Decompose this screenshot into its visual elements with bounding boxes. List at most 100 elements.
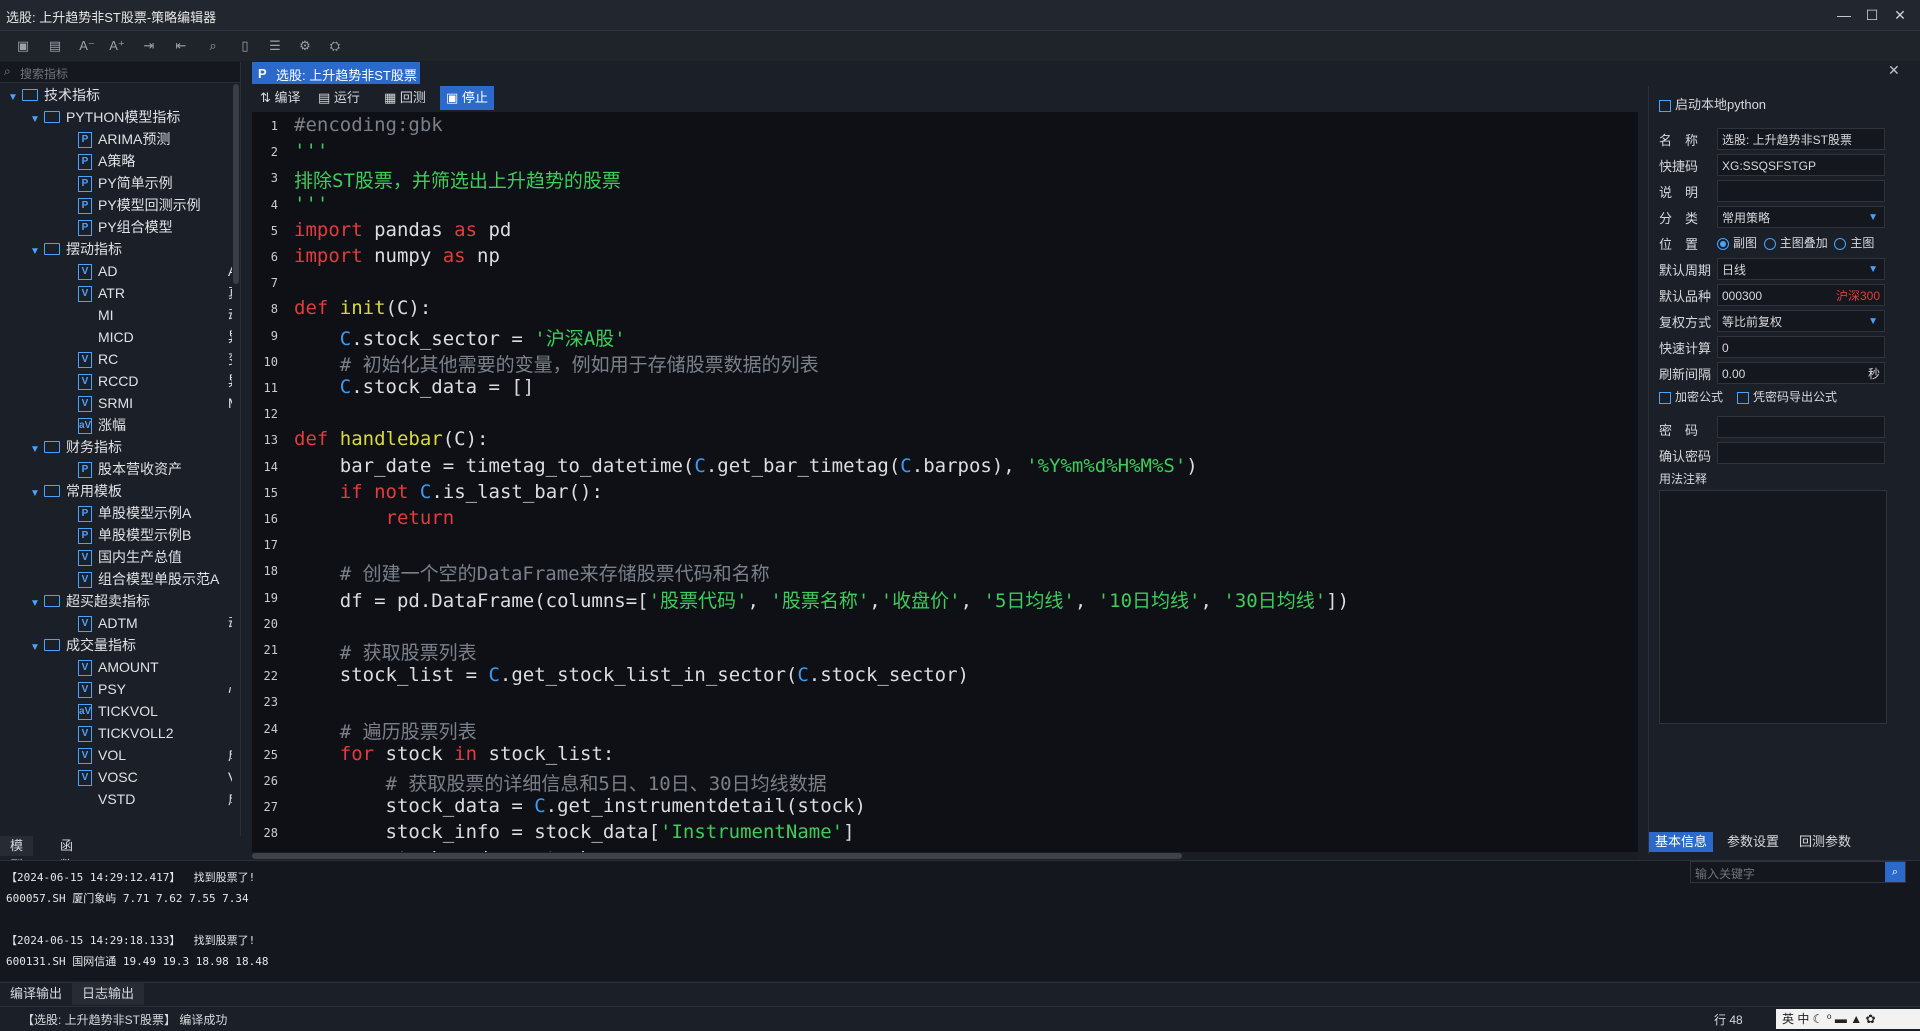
tab-basic-info[interactable]: 基本信息 (1649, 832, 1714, 852)
tab-log-output[interactable]: 日志输出 (72, 983, 145, 1005)
backtest-button[interactable]: ▦ 回测 (384, 86, 426, 110)
find-icon[interactable]: ⌕ (204, 37, 222, 55)
stop-button[interactable]: ▣ 停止 (440, 86, 494, 110)
tab-backtest-params[interactable]: 回测参数 (1793, 832, 1857, 852)
tree-folder[interactable]: ▼ 成交量指标 (30, 634, 136, 656)
tab-compile-output[interactable]: 编译输出 (0, 983, 72, 1005)
ime-tray[interactable]: 英 中 ☾ ⁰ ▬ ▲ ✿ (1776, 1009, 1920, 1029)
chevron-down-icon[interactable]: ▼ (30, 439, 44, 461)
code-editor[interactable]: 1 #encoding:gbk 2 ''' 3 排除ST股票，并筛选出上升趋势的股票 4 ''… (252, 112, 1638, 852)
tree-item[interactable]: V TICKVOLL2 (78, 722, 173, 744)
chevron-down-icon[interactable]: ▼ (30, 483, 44, 505)
maximize-button[interactable]: ☐ (1860, 3, 1884, 27)
code-line[interactable]: ''' (294, 193, 328, 215)
tree-item[interactable]: MI 动量指标 (78, 304, 232, 326)
indicator-search[interactable]: ⌕ 搜索指标 (0, 62, 240, 83)
tree-item[interactable]: P总买总卖 (78, 810, 154, 814)
editor-horizontal-scrollbar[interactable] (252, 852, 1638, 860)
close-window-button[interactable]: ✕ (1888, 3, 1912, 27)
tree-item[interactable]: aV 涨幅 (78, 414, 126, 436)
code-line[interactable]: def handlebar(C): (294, 428, 489, 450)
tree-item[interactable]: V RC 变化率指数 (78, 348, 232, 370)
tree-folder[interactable]: ▼ 技术指标 (8, 84, 100, 106)
tree-item[interactable]: V RCCD 异同离差 (78, 370, 232, 392)
code-line[interactable]: # 获取股票列表 (294, 638, 477, 665)
tree-item[interactable]: V VOL 成交量 (78, 744, 232, 766)
tree-folder[interactable]: ▼ 超买超卖指标 (30, 590, 150, 612)
compile-button[interactable]: ⇅ 编译 (260, 86, 301, 110)
category-select[interactable]: 常用策略 ▼ (1717, 206, 1885, 228)
list-icon[interactable]: ☰ (266, 37, 284, 55)
code-line[interactable]: # 获取股票的详细信息和5日、10日、30日均线数据 (294, 769, 827, 796)
quickcalc-field[interactable]: 0 (1717, 336, 1885, 358)
tab-function[interactable]: 函数 (50, 836, 83, 873)
refresh-field[interactable]: 0.00 秒 (1717, 362, 1885, 384)
confirm-password-field[interactable] (1717, 442, 1885, 464)
tree-item[interactable]: aV TICKVOL (78, 700, 158, 722)
tree-item[interactable]: V VOSC Volume (78, 766, 232, 788)
tree-folder[interactable]: ▼ 常用模板 (30, 480, 122, 502)
encrypt-checkbox[interactable]: 加密公式 (1659, 388, 1723, 405)
run-button[interactable]: ▤ 运行 (318, 86, 360, 110)
code-line[interactable]: bar_date = timetag_to_datetime(C.get_bar… (294, 455, 1198, 477)
code-line[interactable]: import numpy as np (294, 245, 500, 267)
code-line[interactable]: return (294, 507, 455, 529)
close-tab-icon[interactable]: ✕ (1888, 62, 1900, 79)
minimize-button[interactable]: — (1832, 3, 1856, 27)
tree-folder[interactable]: ▼ 财务指标 (30, 436, 122, 458)
save-all-icon[interactable]: ▤ (46, 37, 64, 55)
code-line[interactable]: C.stock_data = [] (294, 376, 534, 398)
export-password-checkbox[interactable]: 凭密码导出公式 (1737, 388, 1837, 405)
scrollbar-thumb[interactable] (252, 853, 1182, 859)
document-tab[interactable]: P 选股: 上升趋势非ST股票 (252, 62, 420, 84)
description-field[interactable] (1717, 180, 1885, 202)
output-search[interactable]: 输入关键字 ⌕ (1690, 861, 1906, 883)
save-icon[interactable]: ▣ (14, 37, 32, 55)
document-icon[interactable]: ▯ (236, 37, 254, 55)
code-line[interactable]: stock_info = stock_data['InstrumentName'… (294, 821, 855, 843)
code-line[interactable]: # 遍历股票列表 (294, 717, 477, 744)
tree-item[interactable]: V AD Accumulat (78, 260, 232, 282)
code-line[interactable]: # 初始化其他需要的变量，例如用于存储股票数据的列表 (294, 350, 819, 377)
password-field[interactable] (1717, 416, 1885, 438)
code-line[interactable]: import pandas as pd (294, 219, 511, 241)
tab-params[interactable]: 参数设置 (1721, 832, 1785, 852)
tree-item[interactable]: P PY模型回测示例 (78, 194, 201, 216)
position-radio-overlay[interactable]: 主图叠加 (1763, 236, 1828, 250)
code-line[interactable]: C.stock_sector = '沪深A股' (294, 324, 626, 351)
tree-item[interactable]: P 单股模型示例A (78, 502, 191, 524)
code-line[interactable]: ''' (294, 140, 328, 162)
position-radio-sub[interactable]: 副图 (1717, 236, 1757, 250)
name-field[interactable]: 选股: 上升趋势非ST股票 (1717, 128, 1885, 150)
code-line[interactable]: stock_data = C.get_instrumentdetail(stoc… (294, 795, 866, 817)
settings-icon[interactable]: ⛭ (326, 37, 344, 55)
adjust-select[interactable]: 等比前复权 ▼ (1717, 310, 1885, 332)
period-select[interactable]: 日线 ▼ (1717, 258, 1885, 280)
export-icon[interactable]: ⇤ (172, 37, 190, 55)
chevron-down-icon[interactable]: ▼ (30, 241, 44, 263)
tree-item[interactable]: V 国内生产总值 (78, 546, 182, 568)
local-python-checkbox[interactable]: 启动本地python (1659, 94, 1766, 113)
chevron-down-icon[interactable]: ▼ (30, 637, 44, 659)
position-radio-main[interactable]: 主图 (1834, 236, 1874, 250)
tree-item[interactable]: P PY组合模型 (78, 216, 173, 238)
tree-item[interactable]: P 股本营收资产 (78, 458, 182, 480)
code-line[interactable]: for stock in stock_list: (294, 743, 615, 765)
chevron-down-icon[interactable]: ▼ (30, 593, 44, 615)
font-decrease-icon[interactable]: A⁻ (78, 37, 96, 55)
tree-item[interactable]: V 组合模型单股示范A (78, 568, 219, 590)
tab-model[interactable]: 模型 (0, 836, 34, 873)
symbol-field[interactable]: 000300 沪深300 (1717, 284, 1885, 306)
code-line[interactable]: if not C.is_last_bar(): (294, 481, 603, 503)
tree-item[interactable]: V ADTM 动态买卖 (78, 612, 232, 634)
tree-folder[interactable]: ▼ PYTHON模型指标 (30, 106, 180, 128)
tree-item[interactable]: V AMOUNT (78, 656, 159, 678)
code-line[interactable]: # 创建一个空的DataFrame来存储股票代码和名称 (294, 559, 770, 586)
tree-item[interactable]: P A策略 (78, 150, 135, 172)
tree-item[interactable]: V ATR 真实波幅 (78, 282, 232, 304)
chevron-down-icon[interactable]: ▼ (8, 87, 22, 109)
tree-item[interactable]: V PSY 心理线 (78, 678, 232, 700)
search-icon[interactable]: ⌕ (1885, 862, 1905, 882)
tree-item[interactable]: V SRMI MI修正指 (78, 392, 232, 414)
tree-scrollbar[interactable] (233, 84, 239, 284)
